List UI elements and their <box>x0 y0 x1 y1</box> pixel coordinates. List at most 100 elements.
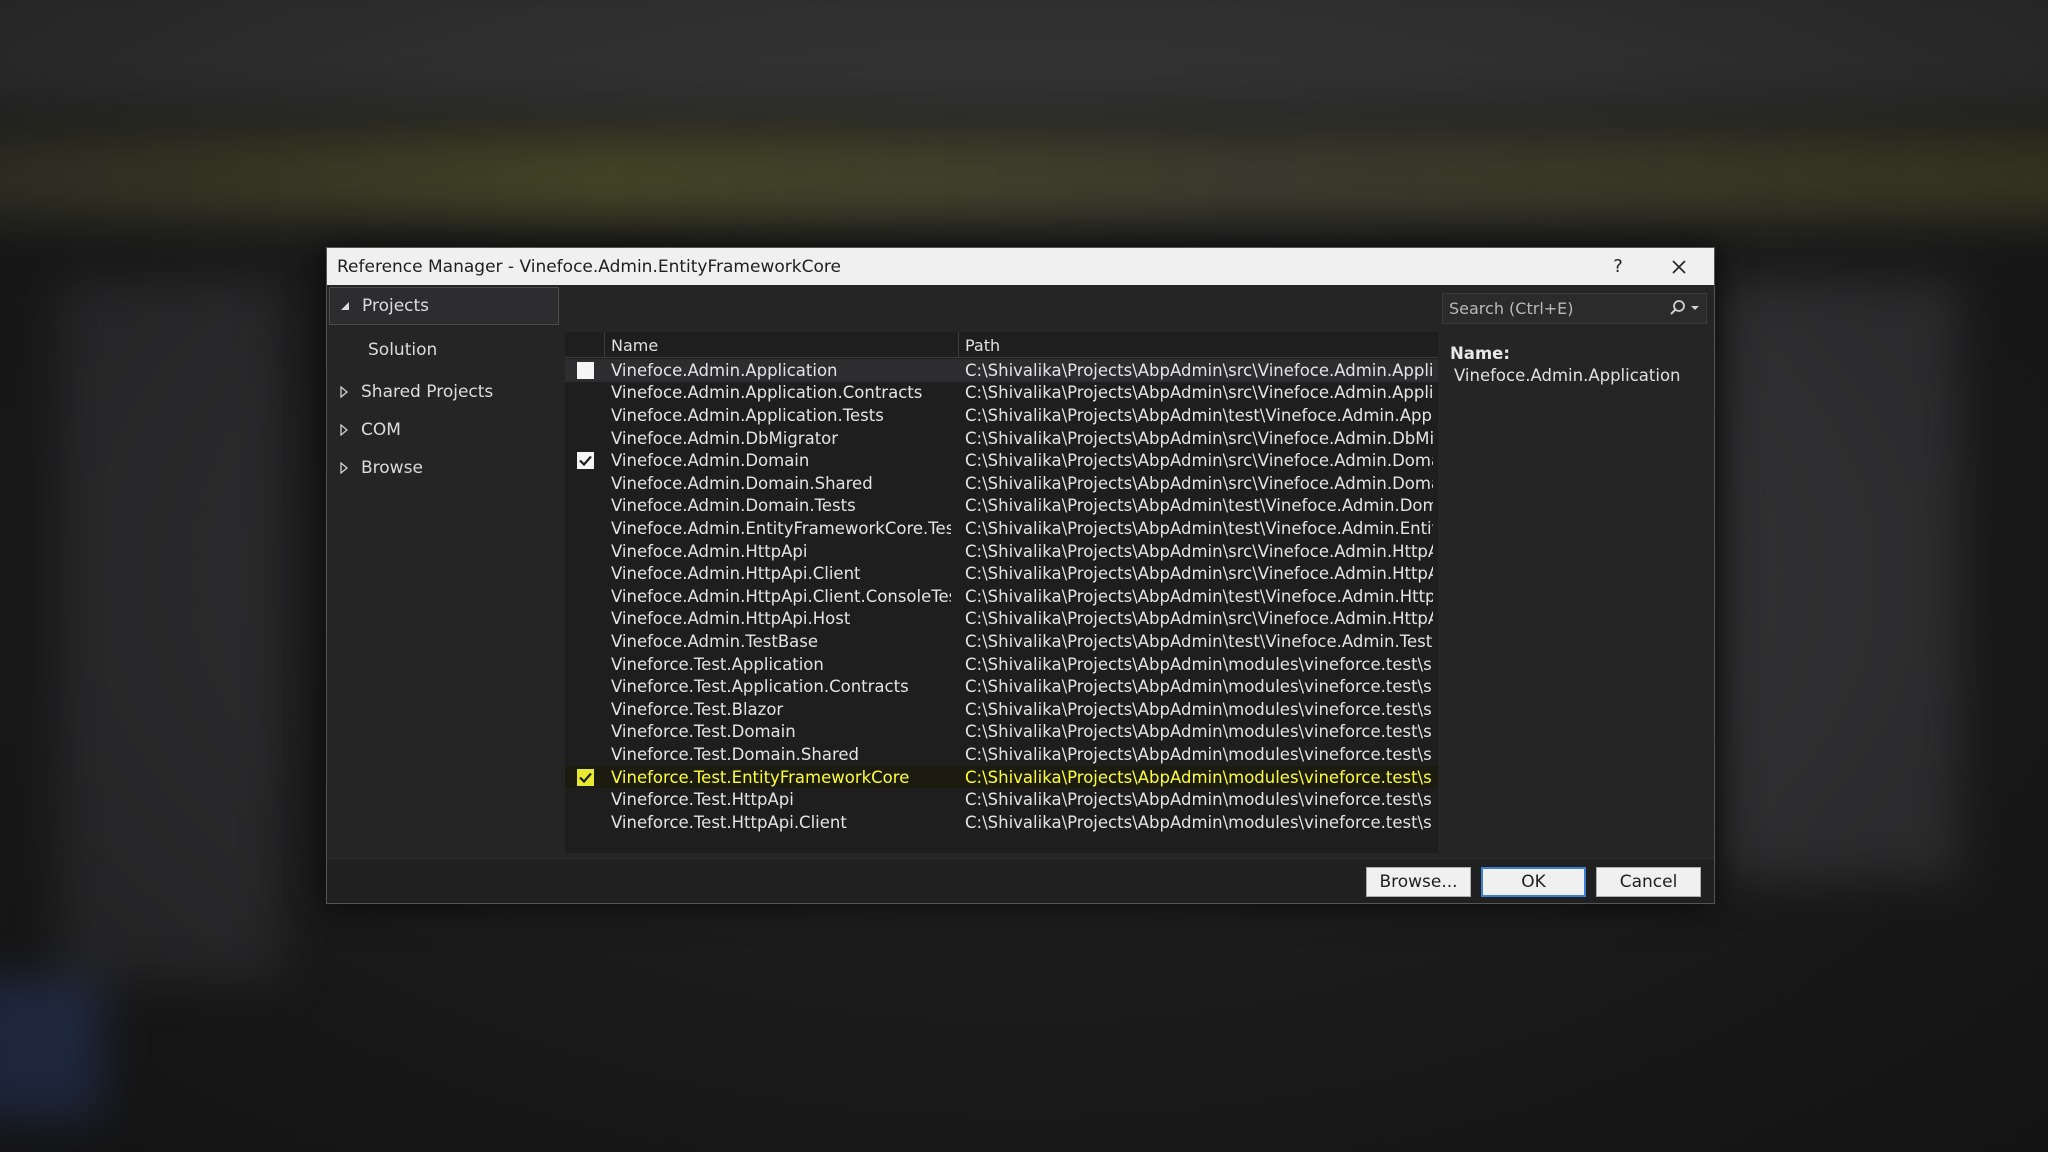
row-path: C:\Shivalika\Projects\AbpAdmin\modules\v… <box>965 677 1433 697</box>
nav-browse[interactable]: Browse <box>337 453 423 483</box>
help-button[interactable]: ? <box>1595 248 1641 285</box>
column-header-path[interactable]: Path <box>965 336 1000 355</box>
row-path: C:\Shivalika\Projects\AbpAdmin\modules\v… <box>965 790 1433 810</box>
dialog-titlebar: Reference Manager - Vinefoce.Admin.Entit… <box>327 248 1714 285</box>
table-row[interactable]: Vinefoce.Admin.EntityFrameworkCore.Tests… <box>565 517 1438 540</box>
search-input[interactable]: Search (Ctrl+E) <box>1442 293 1707 324</box>
nav-solution-label: Solution <box>368 340 438 360</box>
row-checkbox[interactable] <box>577 361 594 379</box>
nav-com[interactable]: COM <box>337 415 401 445</box>
search-placeholder: Search (Ctrl+E) <box>1449 299 1574 318</box>
reference-manager-dialog: Reference Manager - Vinefoce.Admin.Entit… <box>326 247 1715 904</box>
table-row[interactable]: Vinefoce.Admin.Application C:\Shivalika\P… <box>565 359 1438 382</box>
search-icon[interactable] <box>1668 298 1688 318</box>
table-row[interactable]: Vinefoce.Admin.HttpApi C:\Shivalika\Proje… <box>565 540 1438 563</box>
row-name: Vineforce.Test.EntityFrameworkCore <box>611 767 910 787</box>
table-row[interactable]: Vineforce.Test.Blazor C:\Shivalika\Projec… <box>565 698 1438 721</box>
checkmark-icon <box>579 455 592 467</box>
nav-com-label: COM <box>361 420 401 440</box>
nav-browse-label: Browse <box>361 458 423 478</box>
row-name: Vineforce.Test.HttpApi <box>611 790 794 810</box>
table-row[interactable]: Vinefoce.Admin.Application.Tests C:\Shiva… <box>565 404 1438 427</box>
row-path: C:\Shivalika\Projects\AbpAdmin\modules\v… <box>965 744 1433 764</box>
row-path: C:\Shivalika\Projects\AbpAdmin\src\Vinef… <box>965 360 1433 380</box>
row-checkbox[interactable] <box>577 452 594 470</box>
table-row[interactable]: Vinefoce.Admin.TestBase C:\Shivalika\Proj… <box>565 630 1438 653</box>
checkmark-icon <box>579 772 592 783</box>
row-path: C:\Shivalika\Projects\AbpAdmin\modules\v… <box>965 722 1433 742</box>
table-row[interactable]: Vineforce.Test.Application C:\Shivalika\P… <box>565 653 1438 676</box>
ok-button[interactable]: OK <box>1481 867 1586 897</box>
collapsed-triangle-icon <box>337 385 351 399</box>
table-row[interactable]: Vineforce.Test.Domain.Shared C:\Shivalika… <box>565 743 1438 766</box>
row-path: C:\Shivalika\Projects\AbpAdmin\src\Vinef… <box>965 541 1433 561</box>
row-name: Vinefoce.Admin.HttpApi <box>611 541 808 561</box>
table-row[interactable]: Vinefoce.Admin.Application.Contracts C:\S… <box>565 382 1438 405</box>
row-path: C:\Shivalika\Projects\AbpAdmin\test\Vine… <box>965 496 1433 516</box>
row-path: C:\Shivalika\Projects\AbpAdmin\test\Vine… <box>965 586 1433 606</box>
nav-shared-projects-label: Shared Projects <box>361 382 494 402</box>
row-path: C:\Shivalika\Projects\AbpAdmin\src\Vinef… <box>965 451 1433 471</box>
table-row[interactable]: Vineforce.Test.Domain C:\Shivalika\Projec… <box>565 721 1438 744</box>
row-path: C:\Shivalika\Projects\AbpAdmin\src\Vinef… <box>965 428 1433 448</box>
table-row[interactable]: Vineforce.Test.HttpApi C:\Shivalika\Proje… <box>565 788 1438 811</box>
row-name: Vinefoce.Admin.Domain <box>611 451 810 471</box>
row-path: C:\Shivalika\Projects\AbpAdmin\src\Vinef… <box>965 473 1433 493</box>
nav-projects-label: Projects <box>362 296 430 316</box>
row-name: Vinefoce.Admin.Application.Contracts <box>611 383 923 403</box>
table-row[interactable]: Vinefoce.Admin.HttpApi.Client C:\Shivalik… <box>565 562 1438 585</box>
expanded-triangle-icon <box>338 299 352 313</box>
cancel-button[interactable]: Cancel <box>1596 867 1701 897</box>
table-row[interactable]: Vinefoce.Admin.HttpApi.Host C:\Shivalika\… <box>565 608 1438 631</box>
row-path: C:\Shivalika\Projects\AbpAdmin\modules\v… <box>965 812 1433 832</box>
table-row[interactable]: Vinefoce.Admin.Domain.Shared C:\Shivalika… <box>565 472 1438 495</box>
row-name: Vineforce.Test.Application <box>611 654 824 674</box>
row-name: Vinefoce.Admin.HttpApi.Client.ConsoleTes… <box>611 586 951 606</box>
row-name: Vineforce.Test.Domain.Shared <box>611 744 860 764</box>
row-name: Vinefoce.Admin.TestBase <box>611 631 818 651</box>
row-path: C:\Shivalika\Projects\AbpAdmin\src\Vinef… <box>965 609 1433 629</box>
table-row[interactable]: Vinefoce.Admin.Domain C:\Shivalika\Projec… <box>565 449 1438 472</box>
table-row[interactable]: Vinefoce.Admin.HttpApi.Client.ConsoleTes… <box>565 585 1438 608</box>
dialog-footer: Browse... OK Cancel <box>327 858 1714 903</box>
dialog-title: Reference Manager - Vinefoce.Admin.Entit… <box>337 256 841 277</box>
row-name: Vinefoce.Admin.EntityFrameworkCore.Tests <box>611 518 951 538</box>
row-name: Vineforce.Test.Blazor <box>611 699 784 719</box>
details-name-label: Name: <box>1450 344 1510 363</box>
nav-projects[interactable]: Projects <box>329 287 559 325</box>
row-checkbox[interactable] <box>577 768 594 786</box>
row-name: Vineforce.Test.HttpApi.Client <box>611 812 847 832</box>
grid-header: Name Path <box>565 332 1438 358</box>
column-divider[interactable] <box>604 332 605 358</box>
table-row[interactable]: Vinefoce.Admin.Domain.Tests C:\Shivalika\… <box>565 495 1438 518</box>
table-row[interactable]: Vinefoce.Admin.DbMigrator C:\Shivalika\Pr… <box>565 427 1438 450</box>
row-path: C:\Shivalika\Projects\AbpAdmin\test\Vine… <box>965 518 1433 538</box>
nav-solution[interactable]: Solution <box>368 335 437 365</box>
row-path: C:\Shivalika\Projects\AbpAdmin\test\Vine… <box>965 405 1433 425</box>
table-row[interactable]: Vineforce.Test.HttpApi.Client C:\Shivalik… <box>565 811 1438 834</box>
close-button[interactable] <box>1656 248 1702 285</box>
row-path: C:\Shivalika\Projects\AbpAdmin\src\Vinef… <box>965 383 1433 403</box>
table-row[interactable]: Vineforce.Test.EntityFrameworkCore C:\Shi… <box>565 765 1438 789</box>
collapsed-triangle-icon <box>337 423 351 437</box>
row-path: C:\Shivalika\Projects\AbpAdmin\test\Vine… <box>965 631 1433 651</box>
column-header-name[interactable]: Name <box>611 336 658 355</box>
collapsed-triangle-icon <box>337 461 351 475</box>
row-name: Vinefoce.Admin.DbMigrator <box>611 428 839 448</box>
column-divider[interactable] <box>958 332 959 358</box>
table-row[interactable]: Vineforce.Test.Application.Contracts C:\S… <box>565 675 1438 698</box>
help-icon: ? <box>1613 256 1623 277</box>
row-name: Vineforce.Test.Domain <box>611 722 796 742</box>
row-path: C:\Shivalika\Projects\AbpAdmin\modules\v… <box>965 767 1433 787</box>
row-name: Vinefoce.Admin.Domain.Tests <box>611 496 856 516</box>
row-name: Vinefoce.Admin.Application.Tests <box>611 405 884 425</box>
row-path: C:\Shivalika\Projects\AbpAdmin\modules\v… <box>965 654 1433 674</box>
browse-button[interactable]: Browse... <box>1366 867 1471 897</box>
chevron-down-icon[interactable] <box>1690 303 1700 313</box>
details-pane: Name: Vinefoce.Admin.Application <box>1450 344 1700 385</box>
row-name: Vinefoce.Admin.Application <box>611 360 838 380</box>
nav-shared-projects[interactable]: Shared Projects <box>337 377 493 407</box>
details-name-value: Vinefoce.Admin.Application <box>1454 366 1681 385</box>
row-name: Vineforce.Test.Application.Contracts <box>611 677 909 697</box>
row-path: C:\Shivalika\Projects\AbpAdmin\src\Vinef… <box>965 564 1433 584</box>
